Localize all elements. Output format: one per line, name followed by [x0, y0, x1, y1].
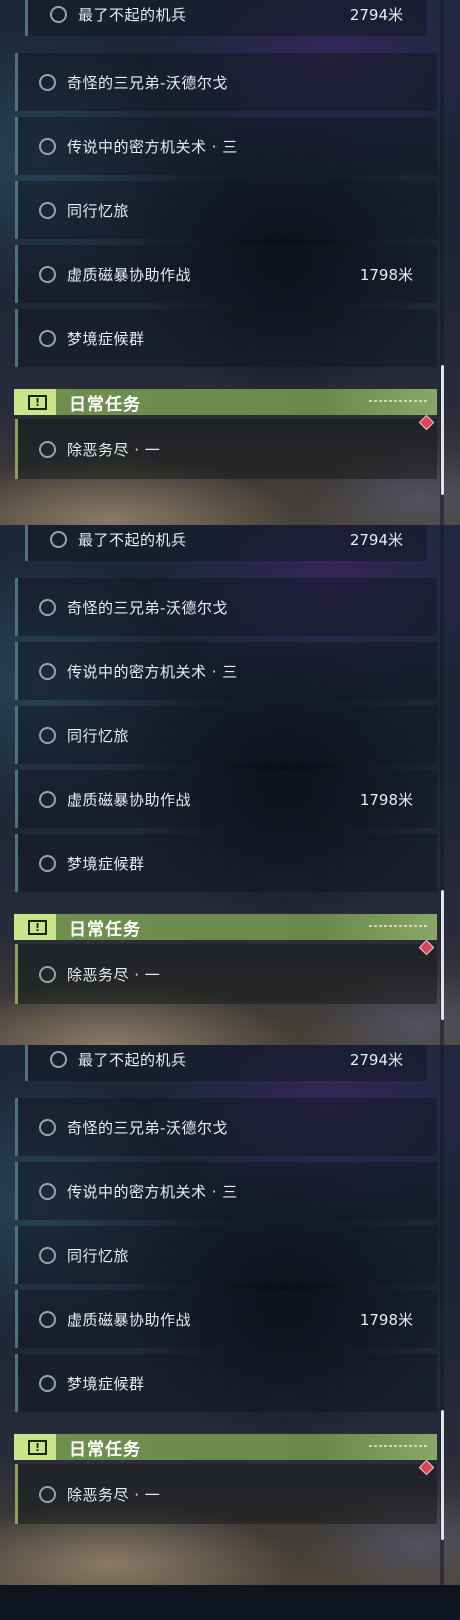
quest-name: 虚质磁暴协助作战	[67, 265, 192, 284]
quest-distance: 2794米	[349, 1050, 403, 1069]
radio-circle-icon[interactable]	[39, 440, 56, 458]
quest-item[interactable]: 虚质磁暴协助作战 1798米	[15, 1290, 437, 1348]
scrollbar-thumb[interactable]	[441, 365, 444, 495]
daily-quest-name: 除恶务尽 · 一	[67, 1485, 161, 1504]
quest-item[interactable]: 梦境症候群	[15, 834, 437, 892]
section-title: 日常任务	[69, 1439, 141, 1460]
exclamation-icon: !	[28, 394, 47, 410]
radio-circle-icon[interactable]	[39, 329, 56, 347]
scrollbar-thumb[interactable]	[441, 1410, 444, 1540]
header-decoration	[369, 400, 429, 402]
header-decoration	[369, 1445, 429, 1447]
quest-name: 同行忆旅	[67, 726, 130, 745]
quest-name: 奇怪的三兄弟-沃德尔戈	[67, 73, 228, 92]
radio-circle-icon[interactable]	[39, 73, 56, 91]
radio-circle-icon[interactable]	[39, 965, 56, 983]
quest-item[interactable]: 最了不起的机兵 2794米	[25, 0, 427, 36]
daily-quest-name: 除恶务尽 · 一	[67, 440, 161, 459]
radio-circle-icon[interactable]	[39, 1485, 56, 1503]
quest-name: 梦境症候群	[67, 1374, 145, 1393]
radio-circle-icon[interactable]	[39, 598, 56, 616]
quest-item[interactable]: 最了不起的机兵 2794米	[25, 525, 427, 561]
daily-tasks-header[interactable]: ! 日常任务	[14, 389, 437, 415]
radio-circle-icon[interactable]	[39, 1182, 56, 1200]
radio-circle-icon[interactable]	[39, 1374, 56, 1392]
quest-name: 同行忆旅	[67, 1246, 130, 1265]
quest-item[interactable]: 虚质磁暴协助作战 1798米	[15, 770, 437, 828]
quest-name: 梦境症候群	[67, 329, 145, 348]
quest-name: 虚质磁暴协助作战	[67, 1310, 192, 1329]
daily-quest-item[interactable]: 除恶务尽 · 一	[15, 1464, 437, 1524]
quest-item[interactable]: 最了不起的机兵 2794米	[25, 1045, 427, 1081]
quest-name: 最了不起的机兵	[78, 1050, 187, 1069]
quest-name: 奇怪的三兄弟-沃德尔戈	[67, 1118, 228, 1137]
daily-tasks-header[interactable]: ! 日常任务	[14, 914, 437, 940]
quest-item[interactable]: 同行忆旅	[15, 706, 437, 764]
radio-circle-icon[interactable]	[50, 1050, 67, 1068]
quest-name: 传说中的密方机关术 · 三	[67, 662, 238, 681]
quest-item[interactable]: 同行忆旅	[15, 1226, 437, 1284]
quest-item[interactable]: 虚质磁暴协助作战 1798米	[15, 245, 437, 303]
quest-item[interactable]: 传说中的密方机关术 · 三	[15, 642, 437, 700]
quest-name: 同行忆旅	[67, 201, 130, 220]
quest-distance: 1798米	[359, 790, 413, 809]
quest-name: 传说中的密方机关术 · 三	[67, 137, 238, 156]
quest-name: 传说中的密方机关术 · 三	[67, 1182, 238, 1201]
quest-item[interactable]: 传说中的密方机关术 · 三	[15, 1162, 437, 1220]
quest-panel: 最了不起的机兵 2794米奇怪的三兄弟-沃德尔戈 传说中的密方机关术 · 三同行忆旅…	[0, 1045, 460, 1585]
radio-circle-icon[interactable]	[39, 265, 56, 283]
quest-panel: 最了不起的机兵 2794米奇怪的三兄弟-沃德尔戈 传说中的密方机关术 · 三同行忆旅…	[0, 525, 460, 1065]
quest-item[interactable]: 奇怪的三兄弟-沃德尔戈	[15, 578, 437, 636]
quest-name: 虚质磁暴协助作战	[67, 790, 192, 809]
daily-quest-name: 除恶务尽 · 一	[67, 965, 161, 984]
section-title: 日常任务	[69, 394, 141, 415]
radio-circle-icon[interactable]	[39, 137, 56, 155]
quest-item[interactable]: 梦境症候群	[15, 1354, 437, 1412]
radio-circle-icon[interactable]	[39, 854, 56, 872]
exclamation-icon: !	[28, 919, 47, 935]
radio-circle-icon[interactable]	[39, 1246, 56, 1264]
quest-name: 最了不起的机兵	[78, 5, 187, 24]
quest-distance: 1798米	[359, 265, 413, 284]
radio-circle-icon[interactable]	[50, 530, 67, 548]
radio-circle-icon[interactable]	[39, 201, 56, 219]
daily-quest-item[interactable]: 除恶务尽 · 一	[15, 944, 437, 1004]
quest-distance: 2794米	[349, 530, 403, 549]
quest-panel: 最了不起的机兵 2794米奇怪的三兄弟-沃德尔戈 传说中的密方机关术 · 三同行忆旅…	[0, 0, 460, 540]
exclamation-icon: !	[28, 1439, 47, 1455]
quest-item[interactable]: 梦境症候群	[15, 309, 437, 367]
quest-name: 梦境症候群	[67, 854, 145, 873]
quest-item[interactable]: 奇怪的三兄弟-沃德尔戈	[15, 53, 437, 111]
quest-item[interactable]: 传说中的密方机关术 · 三	[15, 117, 437, 175]
daily-tasks-header[interactable]: ! 日常任务	[14, 1434, 437, 1460]
quest-name: 最了不起的机兵	[78, 530, 187, 549]
scrollbar-thumb[interactable]	[441, 890, 444, 1020]
radio-circle-icon[interactable]	[39, 726, 56, 744]
header-decoration	[369, 925, 429, 927]
radio-circle-icon[interactable]	[50, 5, 67, 23]
radio-circle-icon[interactable]	[39, 790, 56, 808]
radio-circle-icon[interactable]	[39, 1310, 56, 1328]
quest-item[interactable]: 奇怪的三兄弟-沃德尔戈	[15, 1098, 437, 1156]
radio-circle-icon[interactable]	[39, 1118, 56, 1136]
radio-circle-icon[interactable]	[39, 662, 56, 680]
quest-distance: 1798米	[359, 1310, 413, 1329]
daily-quest-item[interactable]: 除恶务尽 · 一	[15, 419, 437, 479]
section-title: 日常任务	[69, 919, 141, 940]
quest-name: 奇怪的三兄弟-沃德尔戈	[67, 598, 228, 617]
quest-distance: 2794米	[349, 5, 403, 24]
quest-item[interactable]: 同行忆旅	[15, 181, 437, 239]
